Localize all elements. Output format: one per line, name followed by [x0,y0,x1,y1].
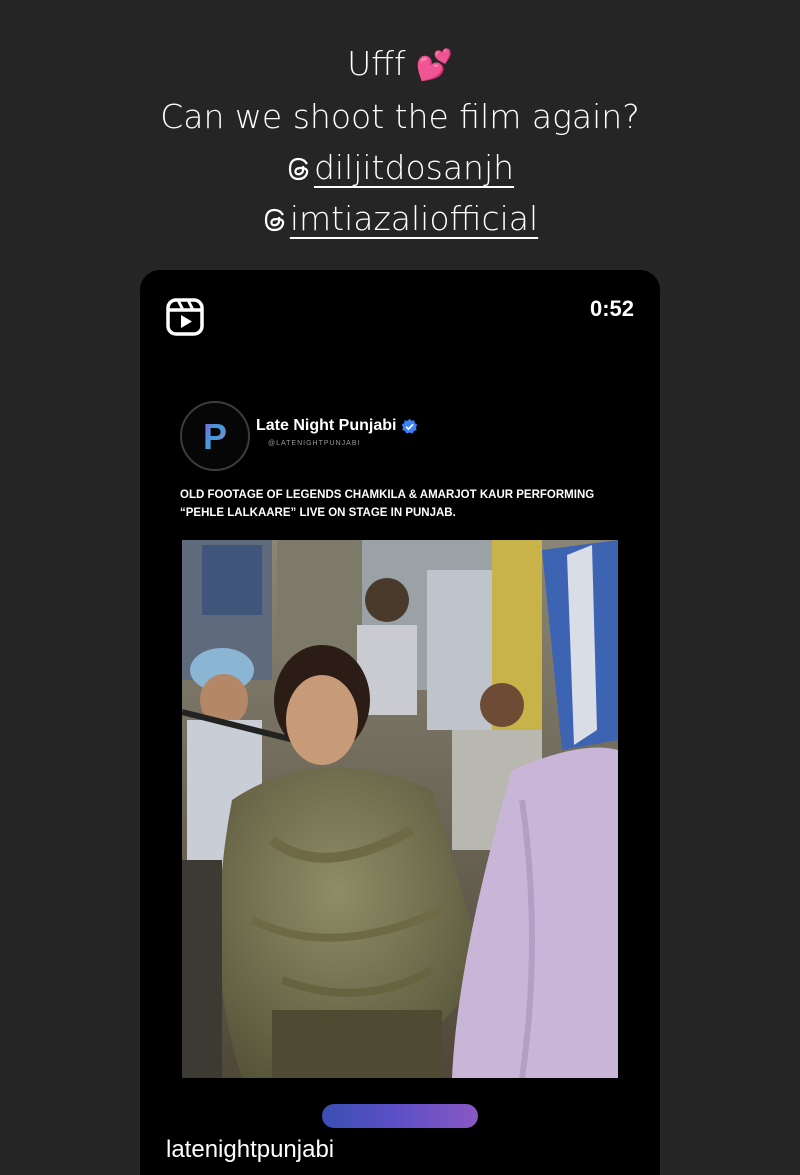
shared-reel-card[interactable]: 0:52 P Late Night Punjabi @LATENIGHTPUNJ… [140,270,660,1175]
reel-progress-pill [322,1104,478,1128]
threads-icon [288,157,309,181]
account-handle: @LATENIGHTPUNJABI [268,440,361,447]
video-frame[interactable] [182,540,618,1078]
reels-icon [166,298,204,336]
story-caption: Ufff 💕 Can we shoot the film again? dilji… [0,38,800,244]
mention-diljitdosanjh[interactable]: diljitdosanjh [286,142,514,193]
caption-line-1: Ufff 💕 [0,38,800,91]
mention-username: imtiazaliofficial [289,199,539,238]
account-info: Late Night Punjabi @LATENIGHTPUNJABI [256,417,418,447]
post-header: P Late Night Punjabi @LATENIGHTPUNJABI [180,400,418,472]
video-still-image [182,540,618,1078]
instagram-story: Ufff 💕 Can we shoot the film again? dilji… [0,0,800,1175]
two-hearts-emoji: 💕 [415,48,453,83]
mention-imtiazaliofficial[interactable]: imtiazaliofficial [262,193,538,244]
account-name-row: Late Night Punjabi [256,417,418,435]
account-avatar[interactable]: P [180,401,250,471]
caption-line-2: Can we shoot the film again? [160,97,640,136]
caption-line-4: imtiazaliofficial [0,193,800,244]
reel-author-username[interactable]: latenightpunjabi [166,1136,334,1164]
caption-line-3: diljitdosanjh [0,142,800,193]
late-night-punjabi-logo: P [203,416,227,457]
mention-username: diljitdosanjh [313,148,515,187]
caption-text-ufff: Ufff [347,44,406,83]
threads-icon [264,208,285,232]
verified-badge-icon [402,418,418,433]
avatar-letter: P [203,416,227,457]
account-name[interactable]: Late Night Punjabi [256,417,396,435]
video-duration: 0:52 [589,296,634,321]
post-text: OLD FOOTAGE OF LEGENDS CHAMKILA & AMARJO… [180,489,595,519]
